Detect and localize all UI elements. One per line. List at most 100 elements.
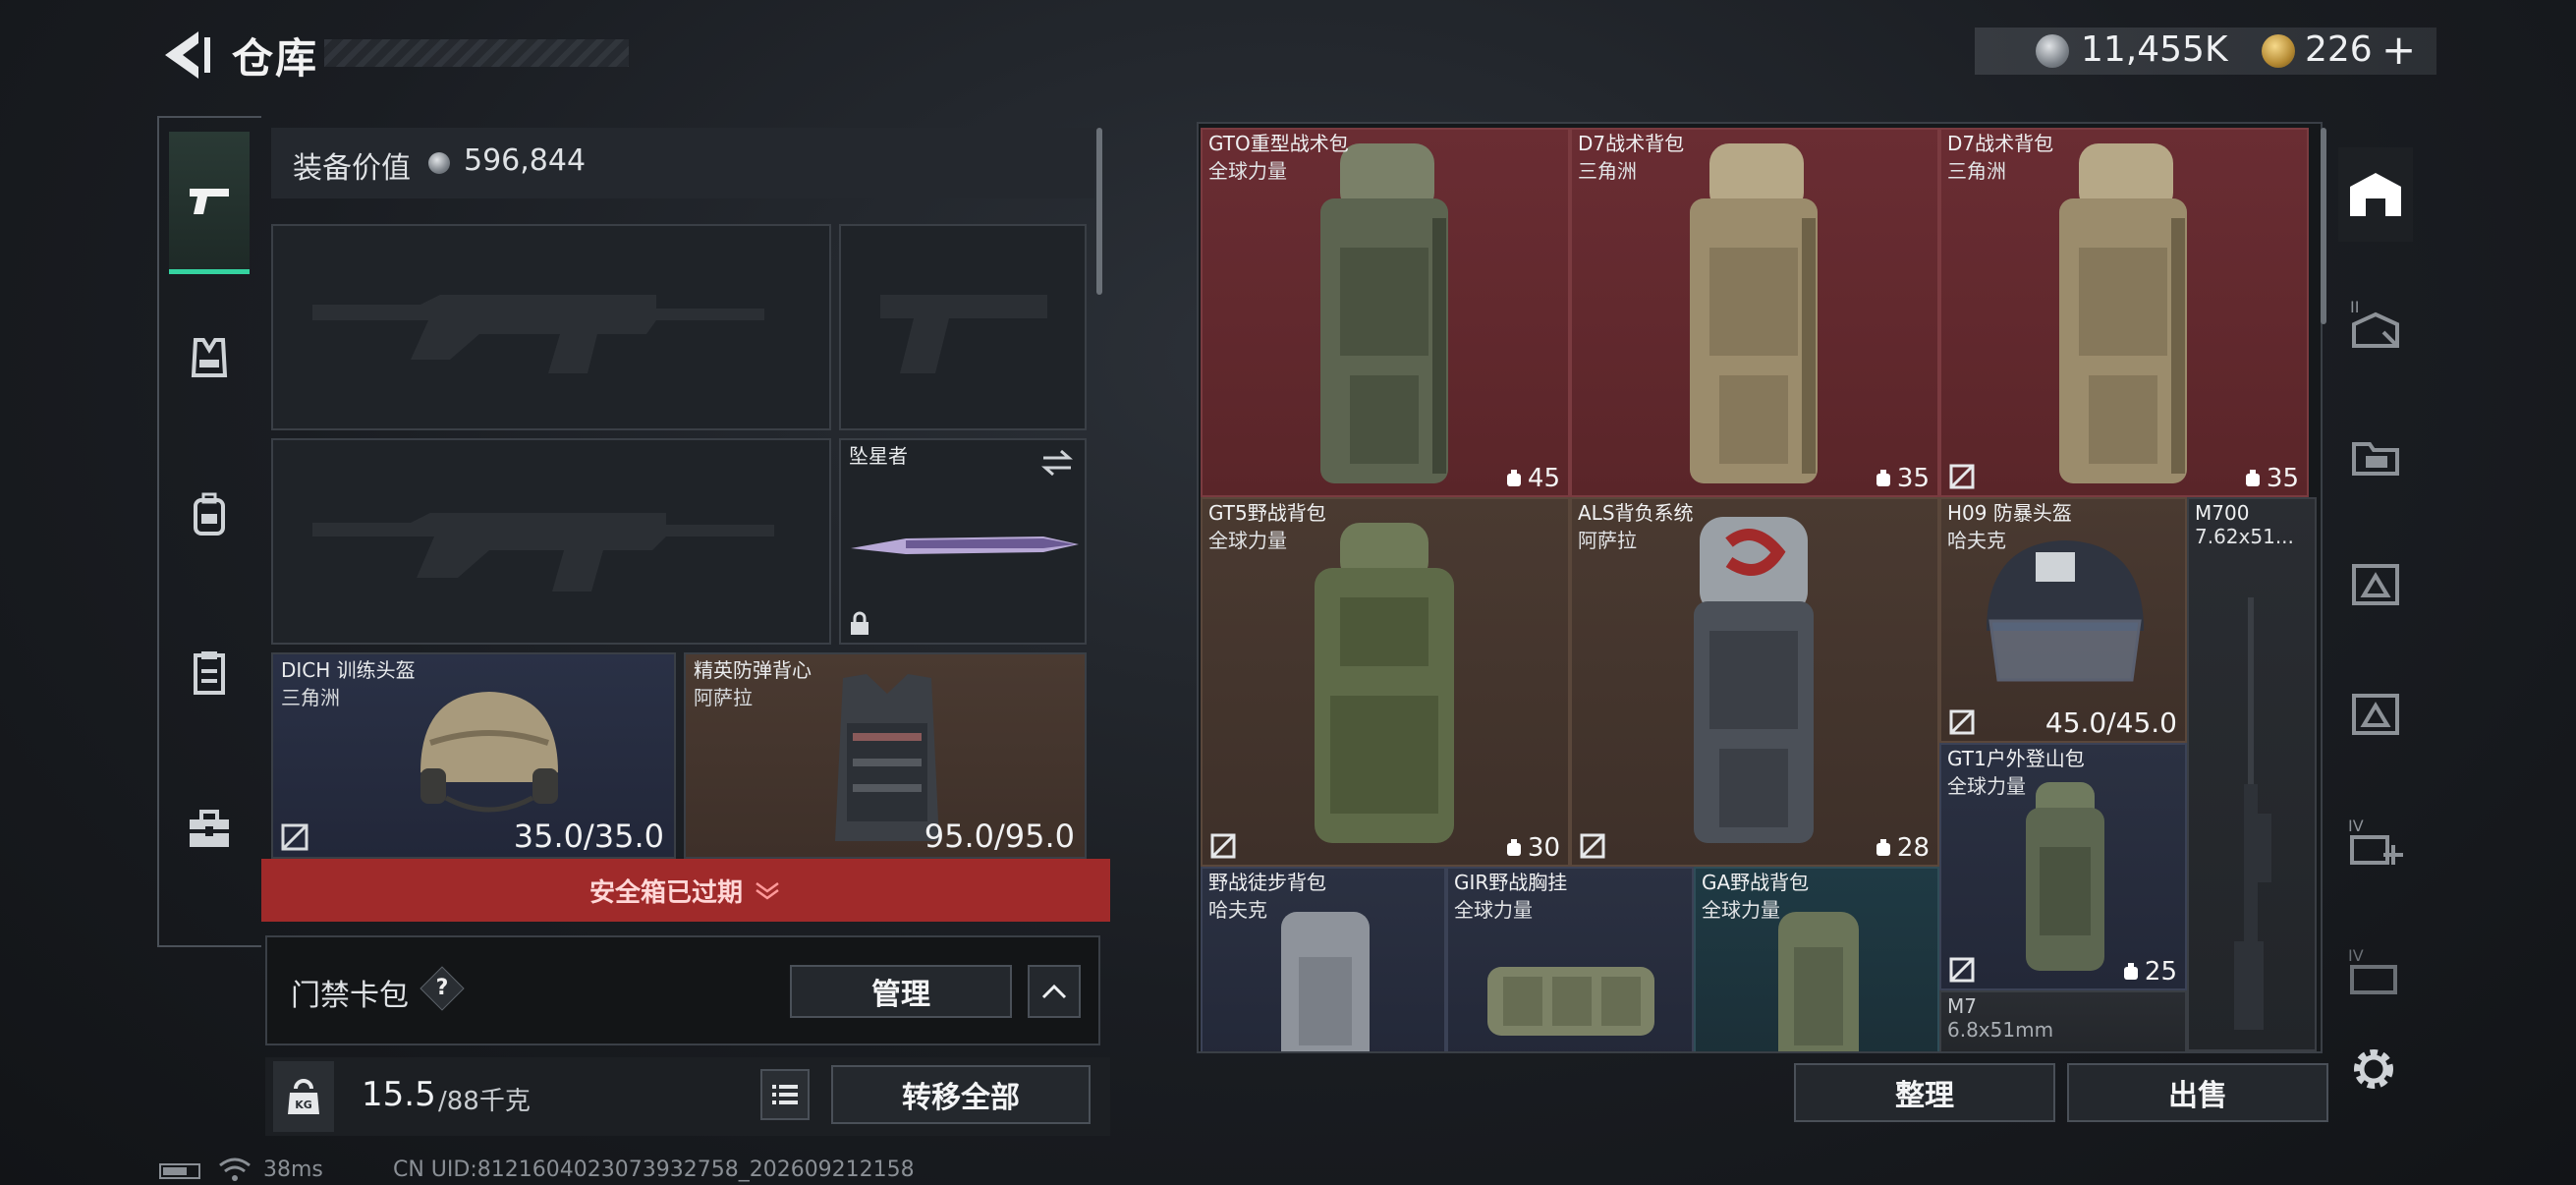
item-brand: 三角洲 bbox=[1578, 159, 1637, 183]
storage-iv-icon: IV bbox=[2348, 946, 2397, 994]
backpack-icon bbox=[1690, 143, 1818, 483]
melee-name: 坠星者 bbox=[849, 444, 908, 468]
add-storage-icon: IV bbox=[2348, 817, 2403, 865]
item-brand: 哈夫克 bbox=[1208, 898, 1267, 922]
primary-weapon-slot[interactable] bbox=[271, 224, 831, 430]
list-icon bbox=[772, 1085, 798, 1104]
sidearm-slot[interactable] bbox=[839, 224, 1087, 430]
backpack-mini-icon bbox=[2123, 963, 2138, 980]
manage-button[interactable]: 管理 bbox=[790, 965, 1012, 1018]
armor-brand: 阿萨拉 bbox=[694, 686, 753, 709]
backpack-icon bbox=[2059, 143, 2187, 483]
backpack-icon bbox=[1315, 523, 1454, 843]
tab-storage-3[interactable] bbox=[2338, 536, 2413, 631]
token-icon bbox=[2262, 34, 2295, 68]
tab-storage-main[interactable] bbox=[2338, 147, 2413, 242]
no-insure-icon bbox=[281, 823, 308, 851]
nav-armor[interactable] bbox=[169, 289, 250, 426]
backpack-icon bbox=[1694, 517, 1814, 843]
item-name: D7战术背包 bbox=[1578, 132, 1685, 155]
item-brand: 全球力量 bbox=[1208, 159, 1287, 183]
swap-icon[interactable] bbox=[1039, 448, 1075, 478]
clipboard-icon bbox=[194, 651, 225, 695]
tab-storage-folder[interactable] bbox=[2338, 407, 2413, 501]
title-stripe bbox=[324, 39, 629, 67]
item-name: M700 bbox=[2195, 501, 2250, 525]
weight-value: 15.5 bbox=[362, 1075, 436, 1114]
inventory-item[interactable]: GTO重型战术包 全球力量 45 bbox=[1201, 128, 1570, 497]
nav-case[interactable] bbox=[169, 761, 250, 898]
sort-button[interactable]: 整理 bbox=[1794, 1063, 2055, 1122]
inventory-grid: GTO重型战术包 全球力量 45 D7战术背包 三角洲 35 D7战术背包 三角… bbox=[1201, 128, 2317, 1051]
inventory-item[interactable]: ALS背负系统 阿萨拉 28 bbox=[1570, 497, 1939, 867]
token-balance: 226 bbox=[2305, 29, 2373, 70]
helmet-slot[interactable]: DICH 训练头盔 三角洲 35.0/35.0 bbox=[271, 652, 676, 859]
rifle-silhouette-icon bbox=[312, 295, 764, 373]
no-insure-icon bbox=[1210, 833, 1236, 859]
tab-storage-2[interactable]: II bbox=[2338, 277, 2413, 371]
armor-slot[interactable]: 精英防弹背心 阿萨拉 95.0/95.0 bbox=[684, 652, 1087, 859]
inventory-item[interactable]: D7战术背包 三角洲 35 bbox=[1570, 128, 1939, 497]
backpack-icon bbox=[194, 492, 225, 536]
item-name: GTO重型战术包 bbox=[1208, 132, 1349, 155]
sell-button[interactable]: 出售 bbox=[2067, 1063, 2328, 1122]
safebox-expired-banner[interactable]: 安全箱已过期 bbox=[261, 859, 1110, 922]
svg-text:IV: IV bbox=[2348, 817, 2364, 835]
list-view-button[interactable] bbox=[760, 1069, 810, 1120]
sniper-rifle-icon bbox=[2234, 597, 2271, 1030]
nav-weapons[interactable] bbox=[169, 132, 250, 274]
transfer-all-button[interactable]: 转移全部 bbox=[831, 1065, 1091, 1124]
backpack-mini-icon bbox=[1876, 839, 1890, 856]
tab-storage-4[interactable] bbox=[2338, 666, 2413, 761]
chevron-up-icon bbox=[1041, 984, 1067, 999]
inventory-item[interactable]: D7战术背包 三角洲 35 bbox=[1939, 128, 2309, 497]
armor-name: 精英防弹背心 bbox=[694, 658, 812, 682]
item-name: D7战术背包 bbox=[1947, 132, 2054, 155]
add-currency-icon[interactable]: + bbox=[2381, 26, 2416, 74]
item-brand: 阿萨拉 bbox=[1578, 529, 1637, 552]
inventory-item[interactable]: GA野战背包 全球力量 bbox=[1694, 867, 1939, 1051]
lock-icon bbox=[851, 611, 868, 635]
inventory-item[interactable]: 野战徒步背包 哈夫克 bbox=[1201, 867, 1446, 1051]
armor-durability: 95.0/95.0 bbox=[924, 818, 1075, 855]
item-capacity: 30 bbox=[1504, 833, 1560, 863]
folder-icon bbox=[2352, 442, 2399, 476]
backpack-mini-icon bbox=[1876, 470, 1890, 486]
item-durability: 45.0/45.0 bbox=[2045, 706, 2177, 739]
inventory-item[interactable]: GT5野战背包 全球力量 30 bbox=[1201, 497, 1570, 867]
inventory-item[interactable]: GT1户外登山包 全球力量 25 bbox=[1939, 743, 2187, 990]
item-capacity-value: 30 bbox=[1527, 833, 1560, 863]
coin-icon bbox=[428, 152, 450, 174]
inventory-item[interactable]: GIR野战胸挂 全球力量 bbox=[1446, 867, 1694, 1051]
back-button[interactable] bbox=[155, 28, 214, 83]
item-capacity-value: 35 bbox=[2266, 464, 2299, 493]
item-name: GA野战背包 bbox=[1702, 871, 1810, 894]
melee-slot[interactable]: 坠星者 bbox=[839, 438, 1087, 645]
vest-icon bbox=[191, 338, 228, 377]
item-capacity: 45 bbox=[1504, 464, 1560, 493]
kg-label: KG bbox=[295, 1099, 312, 1111]
inventory-scrollbar[interactable] bbox=[2321, 128, 2326, 324]
item-brand: 哈夫克 bbox=[1947, 529, 2006, 552]
inventory-item[interactable]: M700 7.62x51... bbox=[2187, 497, 2317, 1051]
item-brand: 全球力量 bbox=[1208, 529, 1287, 552]
helmet-icon bbox=[420, 692, 558, 813]
helmet-durability: 35.0/35.0 bbox=[513, 818, 664, 855]
settings-button[interactable] bbox=[2346, 1042, 2401, 1097]
item-brand: 全球力量 bbox=[1702, 898, 1780, 922]
collapse-button[interactable] bbox=[1028, 965, 1081, 1018]
inventory-item[interactable]: H09 防暴头盔 哈夫克 45.0/45.0 bbox=[1939, 497, 2187, 743]
helmet-brand: 三角洲 bbox=[281, 686, 340, 709]
loadout-scrollbar[interactable] bbox=[1096, 128, 1102, 295]
gear-icon bbox=[2354, 1049, 2393, 1089]
weight-max: /88千克 bbox=[438, 1087, 531, 1116]
ping-value: 38ms bbox=[263, 1157, 323, 1182]
tab-storage-add[interactable]: IV bbox=[2338, 796, 2413, 890]
chest-rig-icon bbox=[1487, 967, 1654, 1036]
nav-container[interactable] bbox=[169, 603, 250, 741]
tab-storage-5[interactable]: IV bbox=[2338, 926, 2413, 1020]
back-arrow-icon bbox=[165, 31, 210, 79]
inventory-item[interactable]: M7 6.8x51mm bbox=[1939, 990, 2187, 1051]
secondary-weapon-slot[interactable] bbox=[271, 438, 831, 645]
nav-backpack[interactable] bbox=[169, 446, 250, 584]
